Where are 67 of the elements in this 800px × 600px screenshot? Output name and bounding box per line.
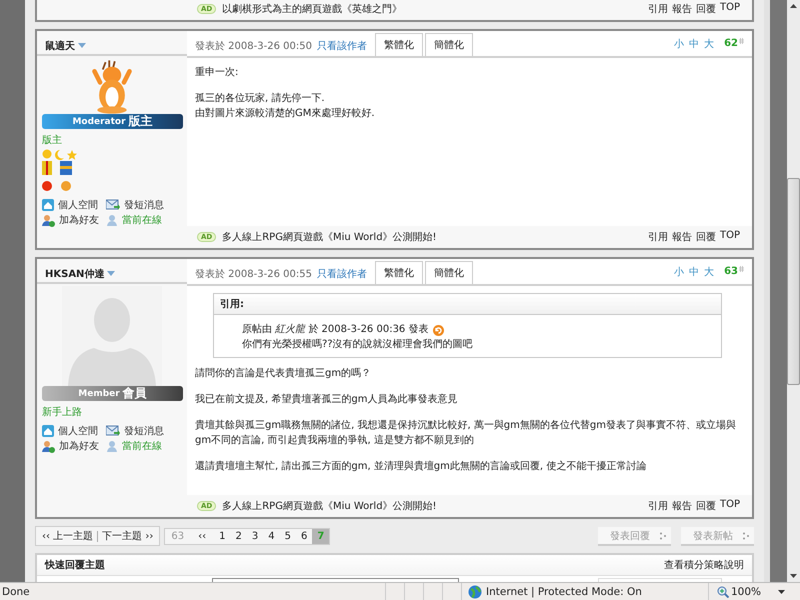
rank-badge: Member 會員 xyxy=(42,386,183,401)
post-action-link[interactable]: TOP xyxy=(720,499,740,513)
page-link[interactable]: 4 xyxy=(263,528,280,544)
page-link[interactable]: 6 xyxy=(296,528,312,544)
post-text: 重申一次: xyxy=(195,66,240,80)
ad-link[interactable]: 以劇棋形式為主的網頁遊戲《英雄之門》 xyxy=(222,2,402,16)
font-size-link[interactable]: 中 xyxy=(689,264,700,278)
quick-reply-title: 快速回覆主題 xyxy=(45,558,105,572)
quote-byline: 原帖由 紅火龍 於 2008-3-26 00:36 發表 xyxy=(242,323,428,337)
page-link[interactable]: ‹‹ xyxy=(193,528,214,544)
profile-link[interactable]: 發短消息 xyxy=(124,198,164,212)
floor-number: 62 xyxy=(724,38,738,49)
rank-badge: Moderator 版主 xyxy=(42,114,183,129)
post-text: 請問你的言論是代表貴壇孤三gm的嗎？ xyxy=(195,366,372,381)
post-action-link[interactable]: TOP xyxy=(720,2,740,16)
post-text: 由對圖片來源較清楚的GM來處理好較好. xyxy=(195,106,376,121)
post-action-link[interactable]: 報告 xyxy=(672,2,692,16)
post-action-link[interactable]: 引用 xyxy=(648,2,668,16)
post-date: 發表於 2008-3-26 00:50 xyxy=(195,40,312,54)
font-size-link[interactable]: 大 xyxy=(704,36,714,50)
floor-number: 63 xyxy=(724,266,738,277)
next-thread-link[interactable]: 下一主題 ›› xyxy=(102,529,154,543)
page-link[interactable]: 5 xyxy=(280,528,296,544)
font-size-link[interactable]: 大 xyxy=(704,264,714,278)
author-only-link[interactable]: 只看該作者 xyxy=(312,267,375,284)
convert-tab[interactable]: 繁體化 xyxy=(374,33,423,56)
user-group: 版主 xyxy=(37,129,187,147)
post-action-link[interactable]: 引用 xyxy=(648,230,668,244)
profile-link[interactable]: 加為好友 xyxy=(59,213,99,227)
page-link[interactable]: 2 xyxy=(230,528,247,544)
post-action-link[interactable]: 回覆 xyxy=(696,2,716,16)
post-text: 還請貴壇壇主幫忙, 請出孤三方面的gm, 並清理與貴壇gm此無關的言論或回覆, 使之不能干擾正常討論 xyxy=(195,460,648,474)
convert-tab[interactable]: 繁體化 xyxy=(374,261,423,284)
zoom-level[interactable]: 100% xyxy=(731,586,762,598)
user-group: 新手上路 xyxy=(37,401,187,419)
convert-tab[interactable]: 簡體化 xyxy=(424,33,473,56)
help-link[interactable]: 查看積分策略說明 xyxy=(664,558,744,572)
post-text: 我已在前文提及, 希望貴壇著孤三的gm人員為此事發表意見 xyxy=(195,392,458,407)
post-action-link[interactable]: 報告 xyxy=(672,499,692,513)
profile-link[interactable]: 個人空間 xyxy=(58,424,98,438)
font-size-link[interactable]: 中 xyxy=(689,36,700,50)
page-link[interactable]: 3 xyxy=(246,528,264,544)
post-action-link[interactable]: 引用 xyxy=(648,499,668,513)
profile-link[interactable]: 發短消息 xyxy=(124,424,164,438)
page-link[interactable]: 1 xyxy=(214,528,230,544)
post-date: 發表於 2008-3-26 00:55 xyxy=(195,268,312,282)
author-name[interactable]: HKSAN仲達 xyxy=(45,260,104,280)
page-count: 63 xyxy=(170,530,186,544)
ad-link[interactable]: 多人線上RPG網頁遊戲《Miu World》公測開始! xyxy=(222,499,437,513)
profile-link[interactable]: 個人空間 xyxy=(58,198,98,212)
post-action-link[interactable]: TOP xyxy=(720,230,740,244)
font-size-link[interactable]: 小 xyxy=(674,264,684,278)
security-zone[interactable]: Internet | Protected Mode: On xyxy=(486,586,642,598)
convert-tab[interactable]: 簡體化 xyxy=(424,261,473,284)
author-name[interactable]: 鼠適天 xyxy=(45,32,75,52)
quote-text: 你們有光榮授權嗎??沒有的說就沒權理會我們的圖吧 xyxy=(242,338,474,352)
ad-link[interactable]: 多人線上RPG網頁遊戲《Miu World》公測開始! xyxy=(222,230,437,244)
profile-link[interactable]: 加為好友 xyxy=(59,439,99,453)
post-action-link[interactable]: 回覆 xyxy=(696,499,716,513)
post-text: 貴壇其餘與孤三gm職務無關的諸位, 我想還是保持沉默比較好, 萬一與gm無關的各位代替gm發表了與事實不符、或立場與gm不同的言論, 而引起貴我兩壇的爭執, 這是雙方都不願見到的 xyxy=(195,418,737,448)
post-action-link[interactable]: 報告 xyxy=(672,230,692,244)
author-only-link[interactable]: 只看該作者 xyxy=(312,39,375,56)
post-action-link[interactable]: 回覆 xyxy=(696,230,716,244)
previous-thread-link[interactable]: ‹‹ 上一主題 xyxy=(42,529,94,543)
font-size-link[interactable]: 小 xyxy=(674,36,684,50)
post-text: 孤三的各位玩家, 請先停一下. xyxy=(195,92,326,106)
status-text: Done xyxy=(1,586,31,598)
